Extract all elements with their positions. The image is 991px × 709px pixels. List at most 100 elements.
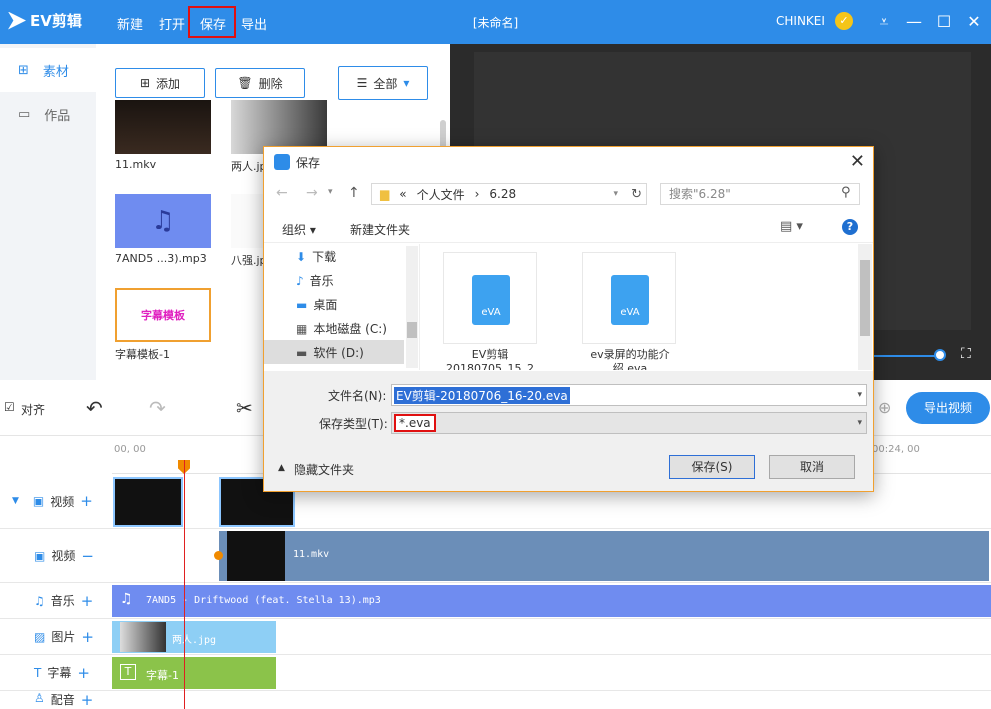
tree-scroll-thumb[interactable] [407,322,417,338]
eva-file-icon: eVA [472,275,510,325]
clip-name: 两人.jpg [172,635,217,646]
file-list: eVA EV剪辑 20180705_15_2 eVA ev录屏的功能介 绍.ev… [422,244,872,370]
tree-item-downloads[interactable]: ⬇ 下载 [296,248,336,265]
collapse-icon[interactable]: ▼ [12,496,19,506]
breadcrumb-more[interactable]: « [399,187,406,201]
music-icon: ♪ [296,273,304,288]
cancel-button[interactable]: 取消 [769,455,855,479]
collapse-icon[interactable]: ▲ [278,463,285,473]
add-track-icon[interactable]: + [80,492,93,510]
tree-scrollbar[interactable] [406,246,418,368]
redo-icon[interactable]: ↷ [149,396,166,420]
video-clip[interactable] [113,477,183,527]
filter-select[interactable]: ☰ 全部 ▾ [338,66,428,100]
music-track-icon: ♫ [34,593,45,608]
save-button[interactable]: 保存(S) [669,455,755,479]
ruler-start-time: 00, 00 [114,444,146,455]
download-icon: ⬇ [296,249,307,264]
export-video-button[interactable]: 导出视频 [906,392,990,424]
tree-label: 本地磁盘 (C:) [313,322,387,336]
video-clip-11mkv[interactable]: 11.mkv [219,531,989,581]
add-button[interactable]: ⊞ 添加 [115,68,205,98]
volume-slider[interactable] [874,355,940,357]
hide-folders-toggle[interactable]: 隐藏文件夹 [294,461,354,478]
tree-label: 软件 (D:) [313,346,364,360]
add-track-icon[interactable]: + [77,664,90,682]
music-note-icon[interactable]: ♫ [115,194,211,248]
fullscreen-icon[interactable]: ⛶ [961,346,971,362]
nav-item-materials[interactable]: ⊞ 素材 [0,48,96,92]
zoom-in-icon[interactable]: ⊕ [878,398,891,417]
subtitle-clip[interactable]: T 字幕-1 [112,657,276,689]
track-name: 视频 [51,549,76,563]
minimize-icon[interactable]: — [904,12,924,32]
media-label: 7AND5 ...3).mp3 [115,252,207,265]
clip-thumbnail [227,531,285,581]
media-thumb-video[interactable] [115,100,211,154]
up-icon[interactable]: ↑ [348,185,360,201]
dialog-title: 保存 [296,155,321,170]
delete-button[interactable]: 🗑 删除 [215,68,305,98]
image-track-icon: ▨ [34,629,46,644]
image-clip[interactable]: 两人.jpg [112,621,276,653]
forward-icon[interactable]: → [306,185,318,201]
filetype-select[interactable]: *.eva ▾ [391,412,867,434]
search-input[interactable]: 搜索"6.28" [660,183,860,205]
chevron-down-icon[interactable]: ▾ [613,189,618,199]
new-folder-button[interactable]: 新建文件夹 [350,221,410,238]
track-name: 视频 [50,494,75,509]
chevron-down-icon[interactable]: ▾ [857,390,862,400]
track-name: 配音 [50,693,75,707]
subtitle-template-thumb[interactable]: 字幕模板 [115,288,211,342]
undo-icon[interactable]: ↶ [86,396,103,420]
tree-item-desktop[interactable]: ▬ 桌面 [296,296,337,313]
volume-slider-knob[interactable] [934,349,946,361]
music-clip[interactable]: ♫ 7AND5 - Driftwood (feat. Stella 13).mp… [112,585,991,617]
file-scrollbar[interactable] [858,244,872,370]
file-item[interactable]: eVA [582,252,676,344]
grid-icon: ⊞ [18,62,29,78]
left-nav: ⊞ 素材 ▭ 作品 [0,44,96,380]
tree-label: 音乐 [309,274,334,288]
tree-item-drive-d[interactable]: ▬ 软件 (D:) [296,344,364,361]
file-item[interactable]: eVA [443,252,537,344]
add-label: 添加 [156,76,181,91]
scissors-icon[interactable]: ✂ [236,396,253,420]
back-icon[interactable]: ← [276,185,288,201]
add-track-icon[interactable]: + [81,592,94,610]
tree-item-music[interactable]: ♪ 音乐 [296,272,334,289]
maximize-icon[interactable]: ☐ [934,12,954,32]
breadcrumb-item[interactable]: 个人文件 [417,186,465,203]
remove-track-icon[interactable]: − [81,547,94,565]
align-checkbox[interactable]: ☑ [4,400,15,414]
dropdown-icon[interactable]: ⩡ [874,12,894,32]
add-track-icon[interactable]: + [81,628,94,646]
add-icon: ⊞ [139,76,151,90]
username[interactable]: CHINKEI [776,14,825,28]
file-scroll-thumb[interactable] [860,260,870,336]
filename-input[interactable]: EV剪辑-20180706_16-20.eva ▾ [391,384,867,406]
drive-icon: ▦ [296,321,308,336]
add-track-icon[interactable]: + [81,691,94,709]
breadcrumb-item[interactable]: 6.28 [489,187,516,201]
help-icon[interactable]: ? [842,219,858,235]
tree-item-drive-c[interactable]: ▦ 本地磁盘 (C:) [296,320,387,337]
close-icon[interactable]: ✕ [964,12,984,32]
playhead-line[interactable] [184,460,185,709]
organize-button[interactable]: 组织 ▾ [282,221,316,238]
close-icon[interactable]: ✕ [850,151,865,172]
chevron-down-icon[interactable]: ▾ [857,418,862,428]
address-bar[interactable]: ▆ « 个人文件 › 6.28 ▾ ↻ [371,183,647,205]
video-track-icon: ▣ [34,548,46,563]
nav-label: 素材 [42,64,69,80]
align-label: 对齐 [21,403,46,417]
chevron-down-icon[interactable]: ▾ [328,187,333,197]
folder-icon: ▭ [18,106,31,122]
view-icon[interactable]: ▤ ▾ [780,219,803,234]
refresh-icon[interactable]: ↻ [631,187,642,202]
list-icon: ☰ [356,76,368,90]
nav-item-works[interactable]: ▭ 作品 [0,92,96,136]
search-icon[interactable]: ⚲ [841,185,851,200]
keyframe-dot[interactable] [214,551,223,560]
nav-label: 作品 [44,108,71,124]
